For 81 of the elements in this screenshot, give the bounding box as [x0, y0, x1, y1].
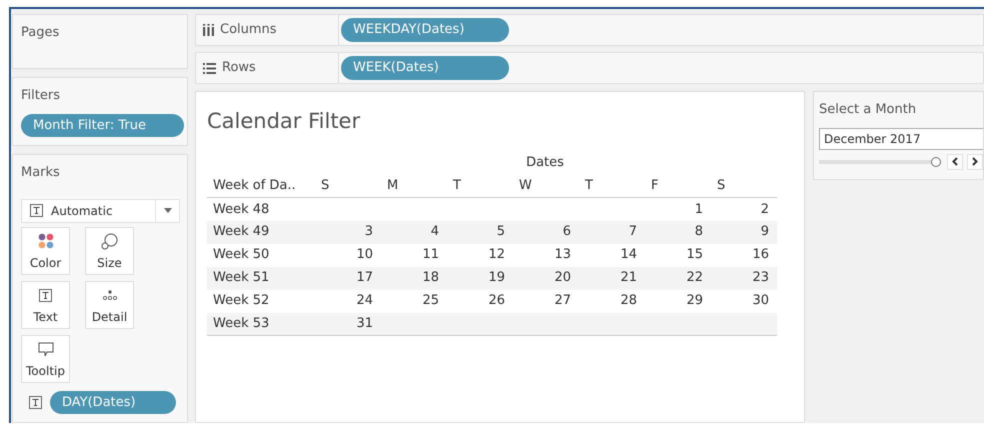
- filter-title: Select a Month: [819, 101, 918, 119]
- table-cell: 29: [686, 293, 703, 308]
- mark-card-label: Detail: [92, 308, 128, 326]
- text-icon: [29, 396, 42, 409]
- panel-title: Pages: [21, 25, 60, 40]
- table-cell: 19: [488, 270, 505, 286]
- table-cell: 30: [752, 293, 769, 308]
- chevron-left-icon: [952, 157, 958, 166]
- row-label: Week 51: [207, 266, 315, 290]
- mark-card[interactable]: Tooltip: [21, 334, 70, 382]
- panel-title: Filters: [21, 87, 61, 105]
- rows-icon: [203, 62, 216, 74]
- slider-thumb[interactable]: [931, 156, 941, 166]
- mark-type-dropdown[interactable]: Automatic: [21, 198, 180, 222]
- column-header: F: [645, 174, 711, 198]
- table-cell: 11: [422, 247, 439, 262]
- column-group-header: Dates: [525, 154, 565, 172]
- size-icon: [101, 232, 118, 250]
- chevron-right-icon: [972, 157, 978, 166]
- dropdown-value: Automatic: [51, 202, 113, 220]
- column-header: W: [513, 174, 579, 198]
- color-dots-icon: [38, 233, 54, 250]
- mark-card-label: Text: [33, 308, 58, 326]
- row-header: Week of Da..: [207, 174, 315, 198]
- table-cell: 22: [686, 270, 703, 286]
- shelf-label: Columns: [220, 21, 277, 40]
- table-cell: 7: [628, 224, 637, 240]
- mark-card[interactable]: Size: [85, 226, 134, 274]
- mark-card[interactable]: Detail: [85, 280, 134, 328]
- table-cell: 5: [496, 224, 505, 240]
- table-cell: 12: [488, 247, 505, 262]
- text-icon: [30, 204, 43, 217]
- row-label: Week 53: [207, 312, 315, 336]
- table-cell: 28: [620, 293, 637, 308]
- table-cell: 13: [554, 247, 571, 262]
- table-cell: 21: [620, 270, 637, 286]
- table-cell: 31: [356, 316, 373, 331]
- column-header: S: [711, 174, 777, 198]
- mark-card-label: Color: [30, 254, 62, 272]
- shelf-label: Rows: [222, 59, 256, 78]
- mark-card[interactable]: Text: [21, 280, 70, 328]
- row-label: Week 52: [207, 290, 315, 312]
- table-cell: 1: [694, 202, 703, 216]
- table-cell: 3: [364, 224, 373, 240]
- table-cell: 4: [430, 224, 439, 240]
- table-cell: 8: [694, 224, 703, 240]
- caret-icon: [164, 208, 172, 213]
- column-header: T: [579, 174, 645, 198]
- table-cell: 15: [686, 247, 703, 262]
- table-cell: 26: [488, 293, 505, 308]
- row-label: Week 48: [207, 198, 315, 220]
- table-cell: 17: [356, 270, 373, 286]
- table-cell: 2: [760, 202, 769, 216]
- table-cell: 14: [620, 247, 637, 262]
- table-cell: 23: [752, 270, 769, 286]
- tooltip-icon: [38, 342, 54, 357]
- next-button[interactable]: [967, 154, 983, 170]
- column-header: M: [381, 174, 447, 198]
- dropdown-field[interactable]: December 2017: [819, 128, 983, 150]
- mark-card-label: Tooltip: [26, 362, 65, 380]
- mark-card-label: Size: [97, 254, 122, 272]
- table-cell: 20: [554, 270, 571, 286]
- row-label: Week 49: [207, 220, 315, 244]
- table-cell: 6: [562, 224, 571, 240]
- panel-title: Marks: [21, 164, 61, 182]
- table-cell: 27: [554, 293, 571, 308]
- table-cell: 9: [760, 224, 769, 240]
- row-label: Week 50: [207, 244, 315, 266]
- mark-card[interactable]: Color: [21, 226, 70, 274]
- columns-icon: [203, 24, 214, 36]
- text-icon: [39, 288, 52, 302]
- table-cell: 18: [422, 270, 439, 286]
- view-title: Calendar Filter: [207, 108, 362, 135]
- column-header: T: [447, 174, 513, 198]
- detail-icon: [102, 290, 116, 300]
- table-cell: 16: [752, 247, 769, 262]
- column-header: S: [315, 174, 381, 198]
- table-cell: 10: [356, 247, 373, 262]
- table-cell: 24: [356, 293, 373, 308]
- prev-button[interactable]: [947, 154, 963, 170]
- table-cell: 25: [422, 293, 439, 308]
